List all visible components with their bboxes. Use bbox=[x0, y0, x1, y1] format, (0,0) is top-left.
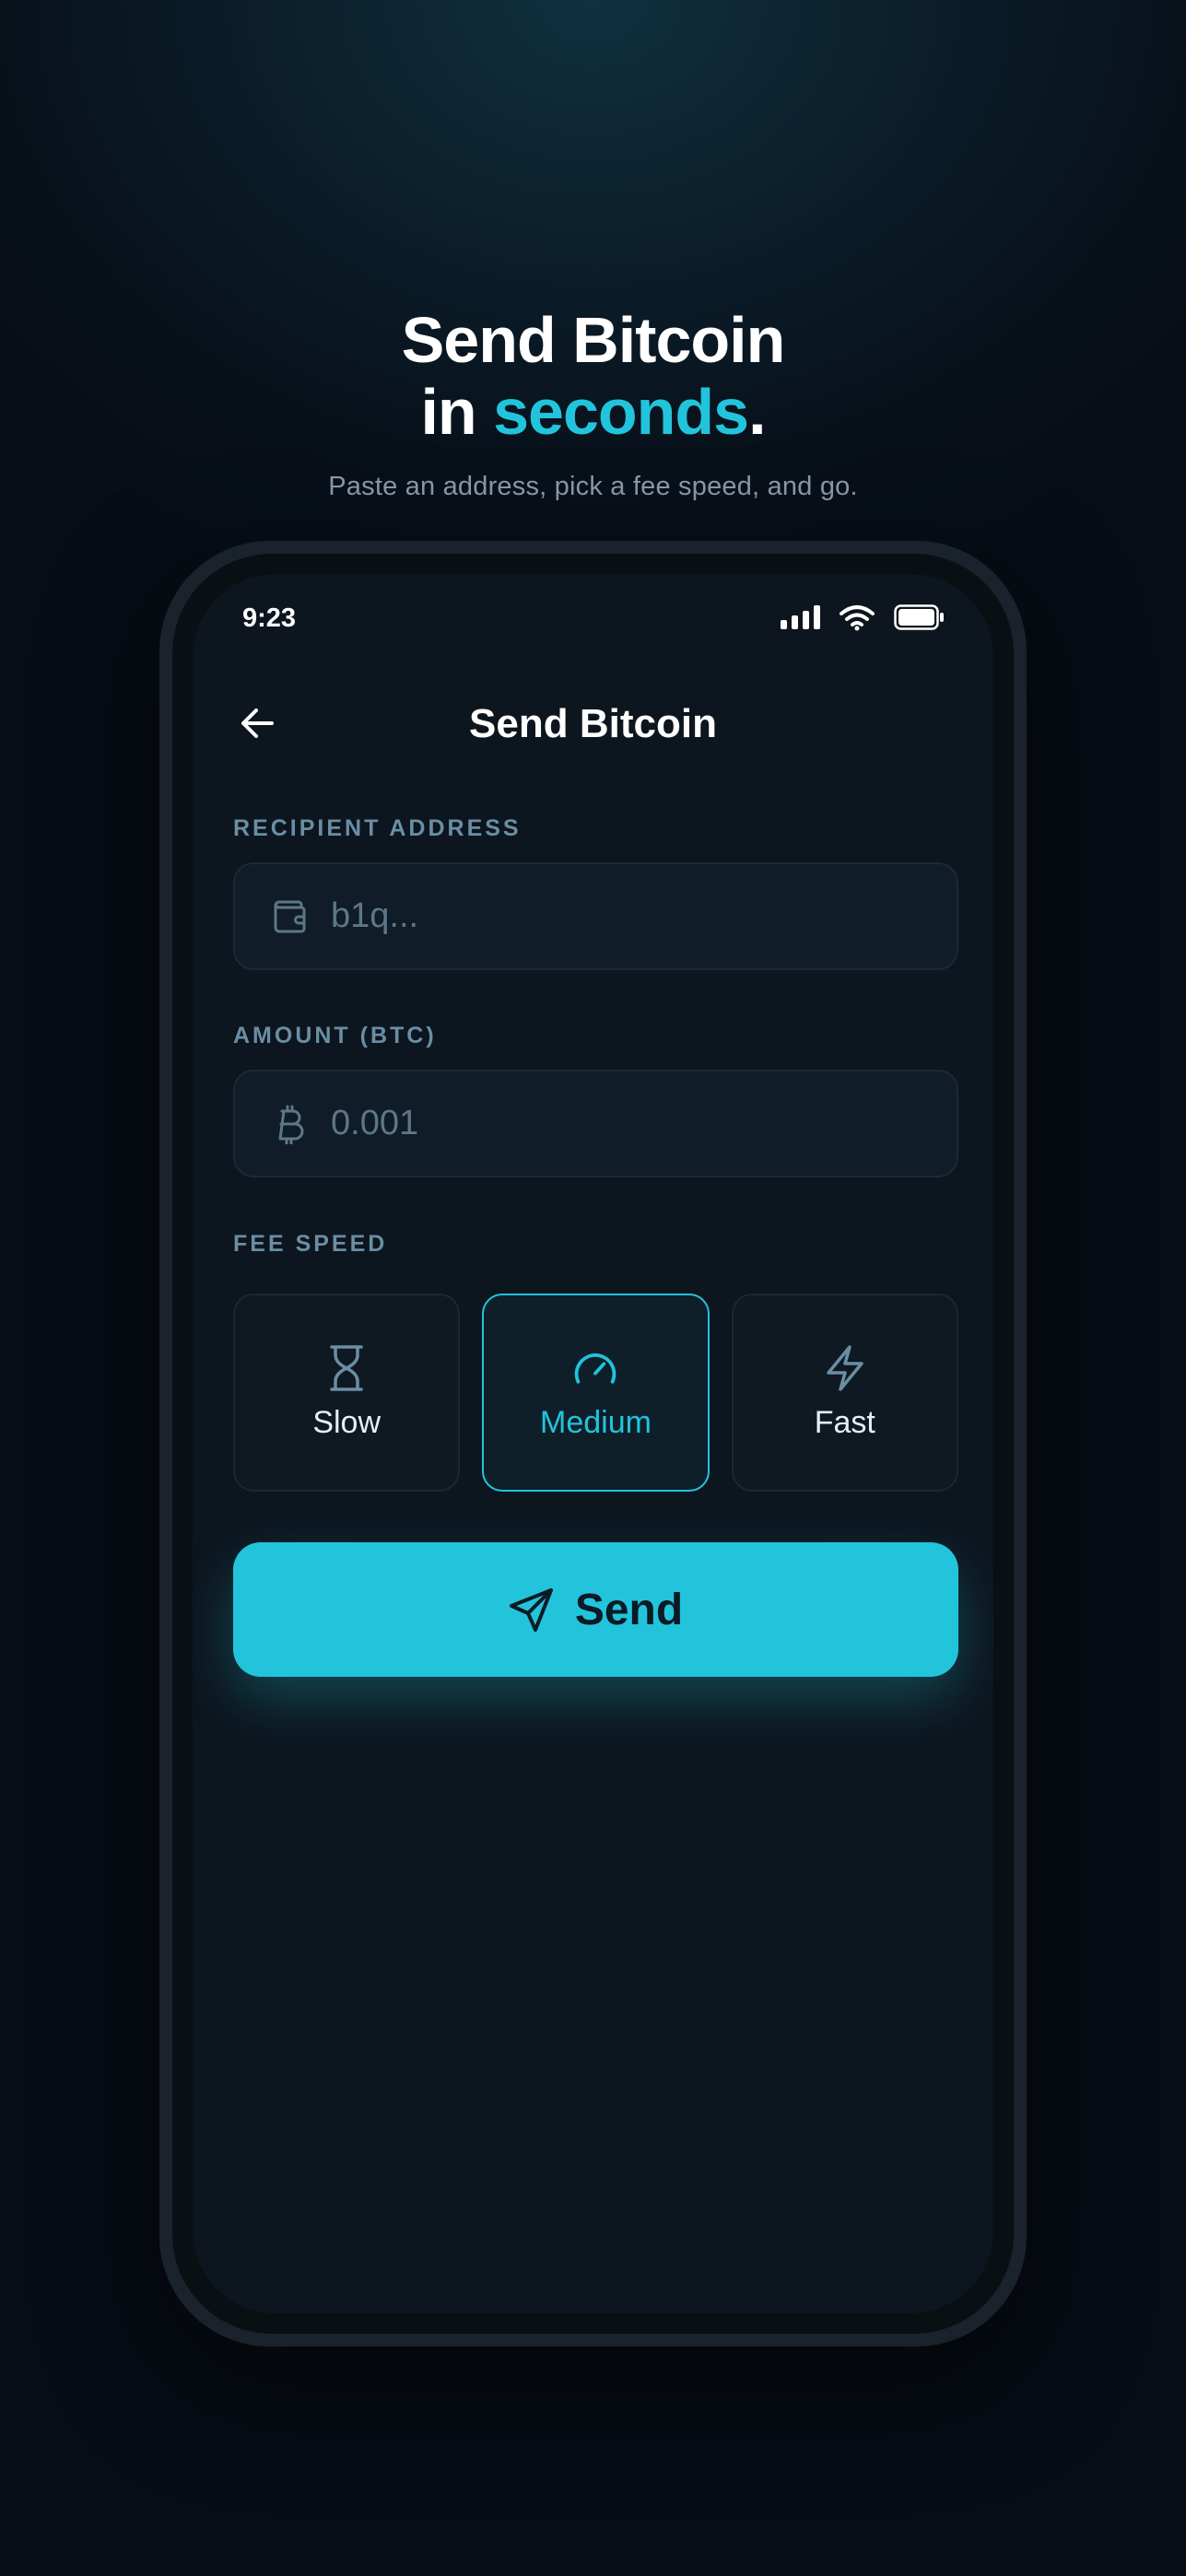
hero-title-suffix: . bbox=[748, 376, 766, 448]
hero-title: Send Bitcoin in seconds. bbox=[0, 304, 1186, 448]
wifi-icon bbox=[840, 605, 875, 631]
hero-title-prefix: in bbox=[420, 376, 494, 448]
hero-subtitle: Paste an address, pick a fee speed, and … bbox=[328, 472, 858, 501]
amount-field[interactable] bbox=[233, 1070, 958, 1177]
hero-title-line2: in seconds. bbox=[0, 376, 1186, 448]
hero-title-line1: Send Bitcoin bbox=[401, 304, 786, 376]
nav-title: Send Bitcoin bbox=[469, 701, 717, 746]
fee-option-medium[interactable]: Medium bbox=[482, 1294, 710, 1492]
bitcoin-icon bbox=[272, 1105, 309, 1144]
recipient-label: RECIPIENT ADDRESS bbox=[233, 815, 522, 841]
phone-frame: 9:23 Send Bitcoin RECIPIENT ADDRESS b1q.… bbox=[159, 541, 1027, 2347]
send-button-label: Send bbox=[574, 1585, 684, 1634]
fee-speed-options: Slow Medium Fast bbox=[233, 1294, 958, 1492]
hero-title-accent: seconds bbox=[493, 376, 749, 448]
status-time: 9:23 bbox=[242, 603, 297, 633]
fee-option-label: Fast bbox=[814, 1405, 875, 1440]
fee-option-label: Medium bbox=[540, 1405, 652, 1440]
recipient-input[interactable] bbox=[331, 896, 921, 936]
fee-option-slow[interactable]: Slow bbox=[233, 1294, 461, 1492]
fee-speed-label: FEE SPEED bbox=[233, 1231, 388, 1257]
phone-screen: 9:23 Send Bitcoin RECIPIENT ADDRESS b1q.… bbox=[193, 574, 993, 2313]
amount-label: AMOUNT (BTC) bbox=[233, 1023, 437, 1048]
phone-bezel: 9:23 Send Bitcoin RECIPIENT ADDRESS b1q.… bbox=[172, 554, 1014, 2334]
wallet-icon bbox=[272, 898, 309, 935]
status-icons bbox=[781, 603, 945, 631]
recipient-field[interactable] bbox=[233, 862, 958, 970]
amount-input[interactable] bbox=[331, 1104, 921, 1143]
gauge-icon bbox=[571, 1344, 619, 1392]
paper-plane-icon bbox=[509, 1588, 553, 1632]
status-bar: 9:23 bbox=[193, 574, 993, 657]
fee-option-fast[interactable]: Fast bbox=[731, 1294, 958, 1492]
hero: Send Bitcoin in seconds. Paste an addres… bbox=[0, 304, 1186, 502]
signal-icon bbox=[781, 605, 820, 629]
nav-bar: Send Bitcoin bbox=[193, 685, 993, 758]
fee-option-label: Slow bbox=[312, 1405, 382, 1440]
hourglass-icon bbox=[323, 1344, 370, 1392]
battery-icon bbox=[894, 604, 944, 630]
lightning-icon bbox=[821, 1344, 869, 1392]
send-button[interactable]: Send bbox=[233, 1542, 958, 1677]
